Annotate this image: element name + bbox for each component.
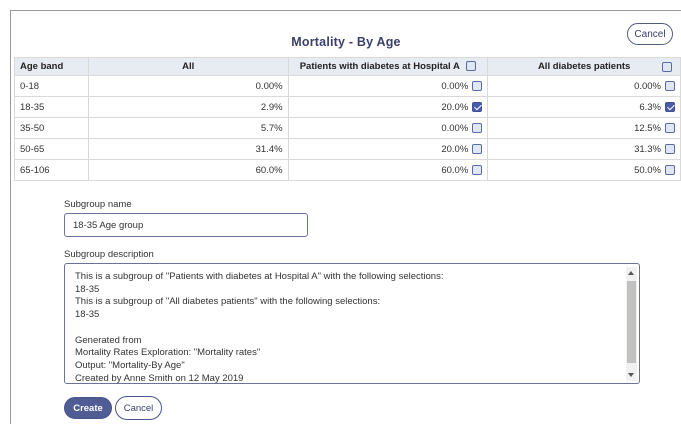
table-row: 0-18 0.00% 0.00% 0.00% — [14, 75, 681, 97]
hospital-a-checkbox[interactable] — [472, 101, 483, 112]
all-value-cell: 60.0% — [87, 159, 289, 181]
all-value-cell: 2.9% — [87, 96, 289, 118]
hospital-a-cell: 20.0% — [287, 96, 489, 118]
hospital-a-checkbox[interactable] — [472, 143, 483, 154]
all-diabetes-value: 6.3% — [639, 101, 661, 113]
all-diabetes-value: 12.5% — [634, 122, 661, 134]
top-cancel-button[interactable]: Cancel — [627, 23, 673, 45]
table-header-row: Age band All Patients with diabetes at H… — [14, 57, 681, 76]
column-header-hospital-a: Patients with diabetes at Hospital A — [287, 57, 489, 76]
hospital-a-value: 0.00% — [441, 80, 469, 92]
hospital-a-value: 0.00% — [441, 122, 469, 134]
scroll-down-arrow-icon[interactable] — [628, 373, 634, 377]
scroll-up-arrow-icon[interactable] — [628, 271, 634, 275]
select-all-hospital-a-checkbox[interactable] — [466, 61, 477, 71]
age-band-cell: 18-35 — [14, 96, 89, 118]
table-row: 18-35 2.9% 20.0% 6.3% — [14, 96, 681, 118]
select-all-diabetes-checkbox[interactable] — [662, 62, 672, 72]
dialog-title: Mortality - By Age — [291, 35, 401, 49]
column-header-all-diabetes-label: All diabetes patients — [537, 61, 631, 72]
all-diabetes-value: 50.0% — [634, 164, 661, 176]
all-diabetes-checkbox[interactable] — [665, 80, 675, 91]
all-value-cell: 5.7% — [87, 117, 289, 139]
all-diabetes-checkbox[interactable] — [665, 101, 675, 112]
age-band-cell: 35-50 — [14, 117, 89, 139]
subgroup-name-input[interactable] — [64, 213, 308, 237]
all-diabetes-cell: 12.5% — [487, 117, 681, 139]
all-value-cell: 0.00% — [87, 75, 289, 97]
all-diabetes-checkbox[interactable] — [665, 122, 675, 133]
description-scrollbar[interactable] — [626, 267, 637, 381]
hospital-a-cell: 0.00% — [287, 75, 489, 97]
column-header-all-diabetes: All diabetes patients — [487, 57, 681, 76]
age-band-cell: 65-106 — [14, 159, 89, 181]
table-row: 50-65 31.4% 20.0% 31.3% — [14, 138, 681, 160]
hospital-a-value: 20.0% — [441, 101, 469, 113]
age-band-cell: 50-65 — [14, 138, 89, 160]
all-diabetes-cell: 0.00% — [487, 75, 681, 97]
all-diabetes-checkbox[interactable] — [665, 164, 675, 175]
all-diabetes-cell: 31.3% — [487, 138, 681, 160]
all-diabetes-value: 0.00% — [634, 80, 661, 92]
create-button[interactable]: Create — [64, 397, 112, 419]
hospital-a-cell: 20.0% — [287, 138, 489, 160]
subgroup-name-label: Subgroup name — [64, 199, 132, 210]
hospital-a-checkbox[interactable] — [472, 164, 483, 175]
table-row: 35-50 5.7% 0.00% 12.5% — [14, 117, 681, 139]
subgroup-description-text: This is a subgroup of "Patients with dia… — [75, 271, 444, 384]
hospital-a-cell: 0.00% — [287, 117, 489, 139]
mortality-table: Age band All Patients with diabetes at H… — [14, 57, 681, 181]
all-value-cell: 31.4% — [87, 138, 289, 160]
all-diabetes-cell: 50.0% — [487, 159, 681, 181]
column-header-all: All — [87, 57, 289, 76]
hospital-a-cell: 60.0% — [287, 159, 489, 181]
hospital-a-checkbox[interactable] — [472, 80, 483, 91]
hospital-a-value: 20.0% — [441, 143, 469, 155]
cancel-button[interactable]: Cancel — [115, 396, 162, 420]
hospital-a-checkbox[interactable] — [472, 122, 483, 133]
all-diabetes-cell: 6.3% — [487, 96, 681, 118]
subgroup-description-label: Subgroup description — [64, 249, 154, 260]
scrollbar-thumb[interactable] — [627, 281, 636, 363]
age-band-cell: 0-18 — [14, 75, 89, 97]
all-diabetes-checkbox[interactable] — [665, 143, 675, 154]
all-diabetes-value: 31.3% — [634, 143, 661, 155]
hospital-a-value: 60.0% — [441, 164, 469, 176]
column-header-hospital-a-label: Patients with diabetes at Hospital A — [299, 61, 460, 72]
column-header-age-band: Age band — [14, 57, 89, 76]
subgroup-description-textarea[interactable]: This is a subgroup of "Patients with dia… — [64, 263, 640, 384]
table-row: 65-106 60.0% 60.0% 50.0% — [14, 159, 681, 181]
